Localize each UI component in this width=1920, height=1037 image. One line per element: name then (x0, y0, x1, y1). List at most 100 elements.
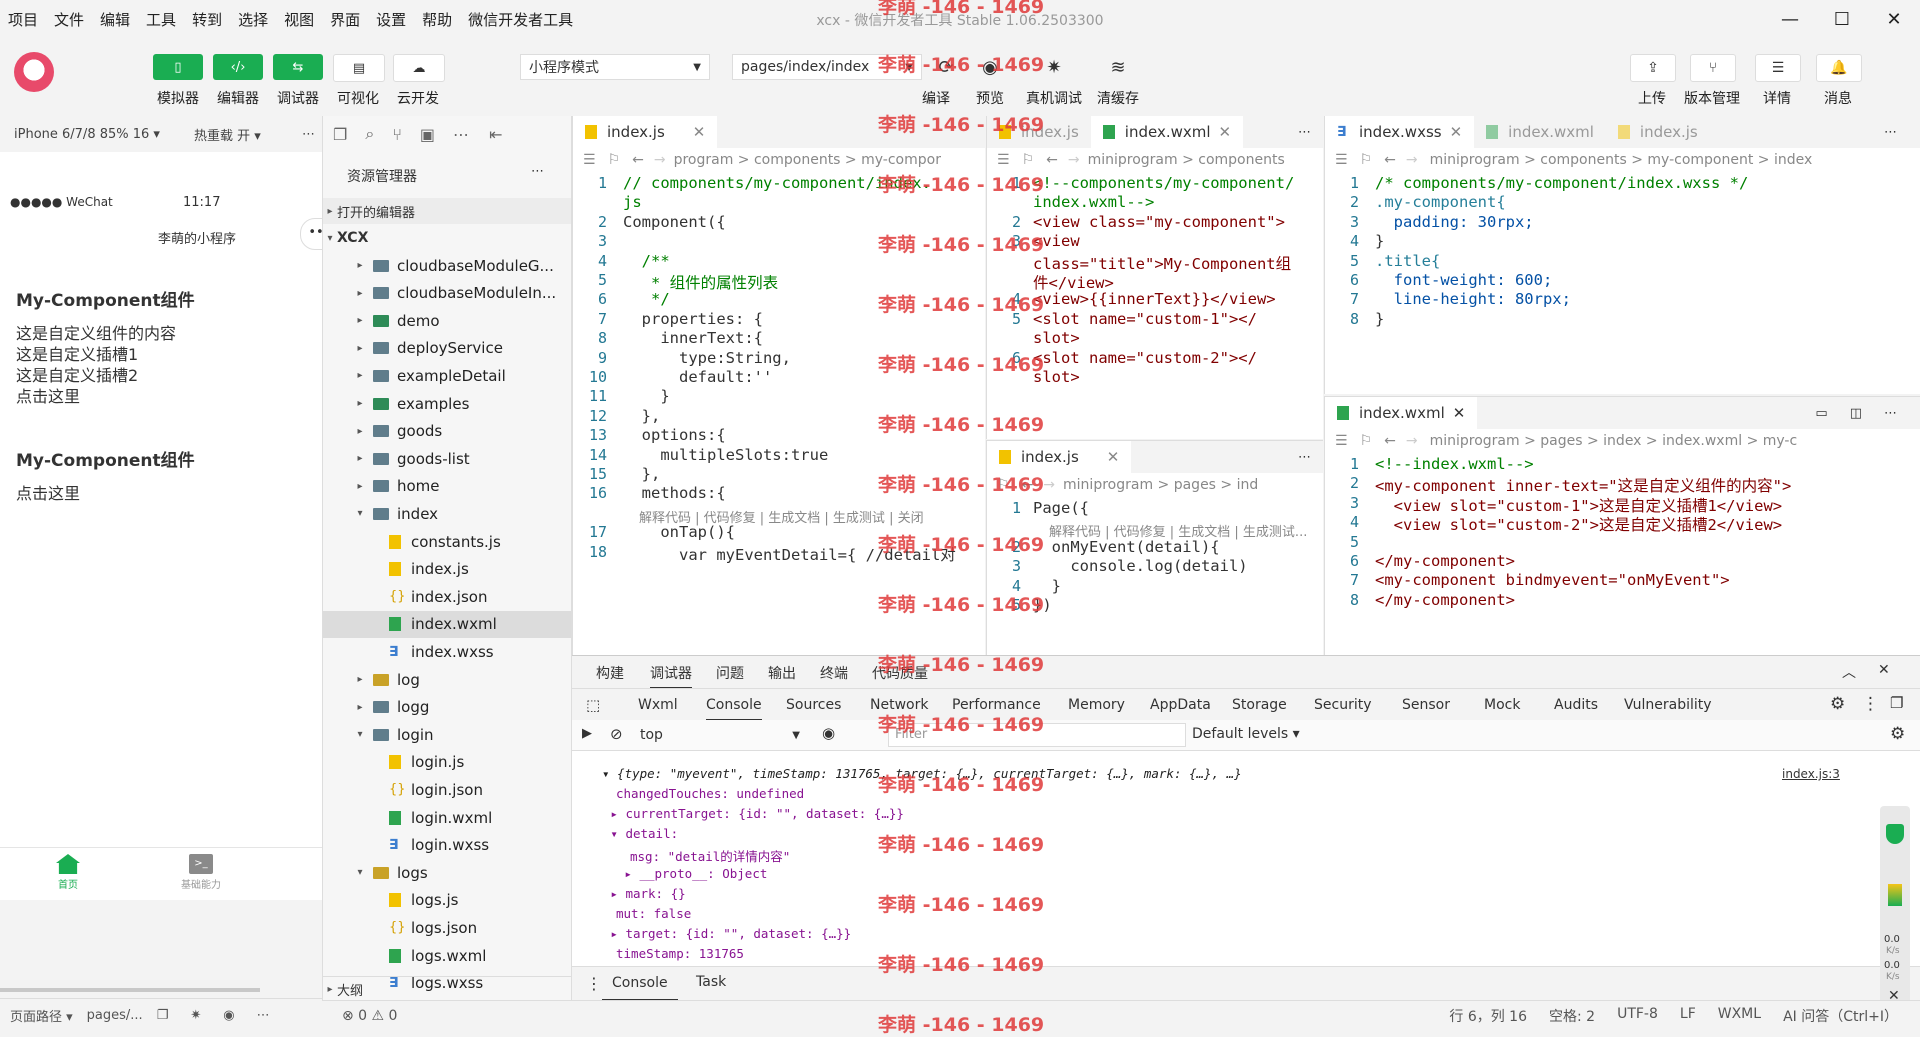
back-icon[interactable]: ← (1384, 152, 1396, 168)
open-editors-section[interactable]: ▸ 打开的编辑器 (323, 198, 571, 224)
devtools-tab-audits[interactable]: Audits (1554, 697, 1598, 713)
code-toggle[interactable]: code-icon‹/› (213, 54, 263, 80)
bookmark-icon[interactable]: ⚐ (1360, 152, 1373, 168)
forward-icon[interactable]: → (1068, 152, 1080, 168)
code-line[interactable]: */ (623, 290, 670, 308)
more-icon[interactable]: ⋯ (1884, 125, 1897, 140)
tree-item[interactable]: constants.js (323, 528, 571, 555)
tree-item[interactable]: ▸ examples (323, 390, 571, 417)
console-log-line[interactable]: ▸ currentTarget: {id: "", dataset: {…}} (610, 806, 904, 821)
code-line[interactable]: onMyEvent(detail){ (1033, 538, 1220, 556)
panel-tab-5[interactable]: 代码质量 (872, 663, 928, 683)
console-log-line[interactable]: ▸ __proto__: Object (624, 866, 767, 881)
close-panel-icon[interactable]: ✕ (1878, 662, 1890, 678)
code-line[interactable]: <slot name="custom-1"></ (1033, 310, 1257, 328)
tree-item[interactable]: {} login.json (323, 776, 571, 803)
devtools-tab-appdata[interactable]: AppData (1150, 697, 1211, 713)
tree-item[interactable]: ▸ exampleDetail (323, 362, 571, 389)
back-icon[interactable]: ← (1046, 152, 1058, 168)
code-line[interactable]: Page({ (1033, 499, 1089, 517)
tab-index-js[interactable]: index.js ✕ (987, 441, 1132, 473)
kebab-icon[interactable]: ⋮ (1862, 694, 1879, 714)
code-line[interactable]: } (1033, 577, 1061, 595)
menu-icon[interactable]: ☰ (1335, 433, 1348, 449)
inspect-icon[interactable]: ⬚ (586, 696, 600, 714)
code-line[interactable]: var myEventDetail={ //detail对 (623, 543, 956, 565)
close-icon[interactable]: ✕ (693, 123, 706, 141)
console-log-line[interactable]: changedTouches: undefined (616, 786, 804, 801)
code-line[interactable]: <view slot="custom-2">这是自定义插槽2</view> (1375, 513, 1782, 535)
layout-toggle[interactable]: layout-icon▤ (333, 54, 385, 82)
page-path-label[interactable]: 页面路径 ▾ (0, 1006, 73, 1025)
status-item[interactable]: LF (1680, 1006, 1696, 1026)
tree-item[interactable]: index.wxml (323, 610, 571, 638)
console-log-line[interactable]: ▾ detail: (610, 826, 678, 841)
console-log-line[interactable]: ▸ target: {id: "", dataset: {…}} (610, 926, 851, 941)
bookmark-icon[interactable]: ⚐ (997, 477, 1010, 493)
tree-item[interactable]: ▾ index (323, 500, 571, 527)
close-icon[interactable]: ✕ (1219, 123, 1232, 141)
more-icon[interactable]: ⋯ (235, 1008, 270, 1023)
comment-icon[interactable]: ▭ (1815, 406, 1827, 421)
devtools-tab-vulnerability[interactable]: Vulnerability (1624, 697, 1712, 713)
devtools-tab-sources[interactable]: Sources (786, 697, 841, 713)
menu-item-6[interactable]: 视图 (276, 9, 322, 30)
menu-button[interactable]: ☰ (1755, 54, 1801, 82)
source-link[interactable]: index.js:3 (1782, 767, 1840, 781)
tree-item[interactable]: logs.wxml (323, 942, 571, 969)
code-line[interactable]: </my-component> (1375, 552, 1515, 570)
code-line[interactable]: options:{ (623, 426, 726, 444)
console-log-line[interactable]: mut: false (616, 906, 691, 921)
bell-button[interactable]: 🔔 (1816, 54, 1862, 82)
code-line[interactable]: console.log(detail) (1033, 557, 1247, 575)
code-line[interactable]: js (623, 193, 642, 211)
tree-item[interactable]: ∃ index.wxss (323, 638, 571, 665)
more-icon[interactable]: ⋯ (531, 164, 544, 179)
search-icon[interactable]: ⌕ (347, 124, 374, 144)
menu-item-4[interactable]: 转到 (184, 9, 230, 30)
code-line[interactable]: Component({ (623, 213, 726, 231)
console-log-line[interactable]: timeStamp: 131765 (616, 946, 744, 961)
menu-item-3[interactable]: 工具 (138, 9, 184, 30)
console-log-line[interactable]: msg: "detail的详情内容" (630, 846, 790, 865)
code-line[interactable]: properties: { (623, 310, 763, 328)
panel-tab-1[interactable]: 调试器 (650, 663, 692, 689)
devtools-tab-memory[interactable]: Memory (1068, 697, 1125, 713)
app-avatar[interactable] (14, 52, 54, 92)
status-item[interactable]: 行 6，列 16 (1449, 1006, 1527, 1026)
menu-item-0[interactable]: 项目 (0, 9, 46, 30)
status-item[interactable]: AI 问答（Ctrl+I） (1783, 1006, 1898, 1026)
tree-item[interactable]: {} logs.json (323, 914, 571, 941)
split-icon[interactable]: ◫ (1850, 406, 1862, 421)
code-line[interactable]: .my-component{ (1375, 193, 1506, 211)
filter-input[interactable]: Filter (888, 723, 1186, 747)
code-line[interactable]: methods:{ (623, 484, 726, 502)
code-line[interactable]: <!--index.wxml--> (1375, 455, 1534, 473)
device-select[interactable]: iPhone 6/7/8 85% 16 ▾ (0, 127, 174, 142)
devtools-tab-security[interactable]: Security (1314, 697, 1372, 713)
code-line[interactable]: /* components/my-component/index.wxss */ (1375, 174, 1748, 192)
tree-item[interactable]: {} index.json (323, 583, 571, 610)
code-line[interactable]: index.wxml--> (1033, 193, 1154, 211)
phone-toggle[interactable]: phone-icon▯ (153, 54, 203, 80)
tree-item[interactable]: ∃ login.wxss (323, 832, 571, 859)
bookmark-icon[interactable]: ⚐ (1022, 152, 1035, 168)
tree-item[interactable]: ▸ home (323, 473, 571, 500)
tab-home[interactable]: 首页 (48, 854, 88, 891)
close-icon[interactable]: ✕ (1868, 0, 1920, 38)
devtools-tab-wxml[interactable]: Wxml (638, 697, 678, 713)
tree-item[interactable]: ▸ log (323, 666, 571, 693)
tree-item[interactable]: index.js (323, 556, 571, 583)
console-settings-icon[interactable]: ⚙ (1890, 724, 1905, 744)
layers-button[interactable]: ≋ (1095, 54, 1141, 80)
status-item[interactable]: UTF-8 (1617, 1006, 1658, 1026)
drawer-tab-task[interactable]: Task (696, 974, 726, 990)
code-line[interactable]: } (623, 387, 669, 405)
tree-item[interactable]: ▾ login (323, 721, 571, 748)
undock-icon[interactable]: ❐ (1890, 694, 1903, 712)
devtools-tab-performance[interactable]: Performance (952, 697, 1041, 713)
mode-select[interactable]: 小程序模式 ▼ (520, 54, 710, 80)
close-icon[interactable]: ✕ (1107, 448, 1120, 466)
more-icon[interactable]: ⋯ (1298, 450, 1311, 465)
code-line[interactable]: slot> (1033, 329, 1080, 347)
